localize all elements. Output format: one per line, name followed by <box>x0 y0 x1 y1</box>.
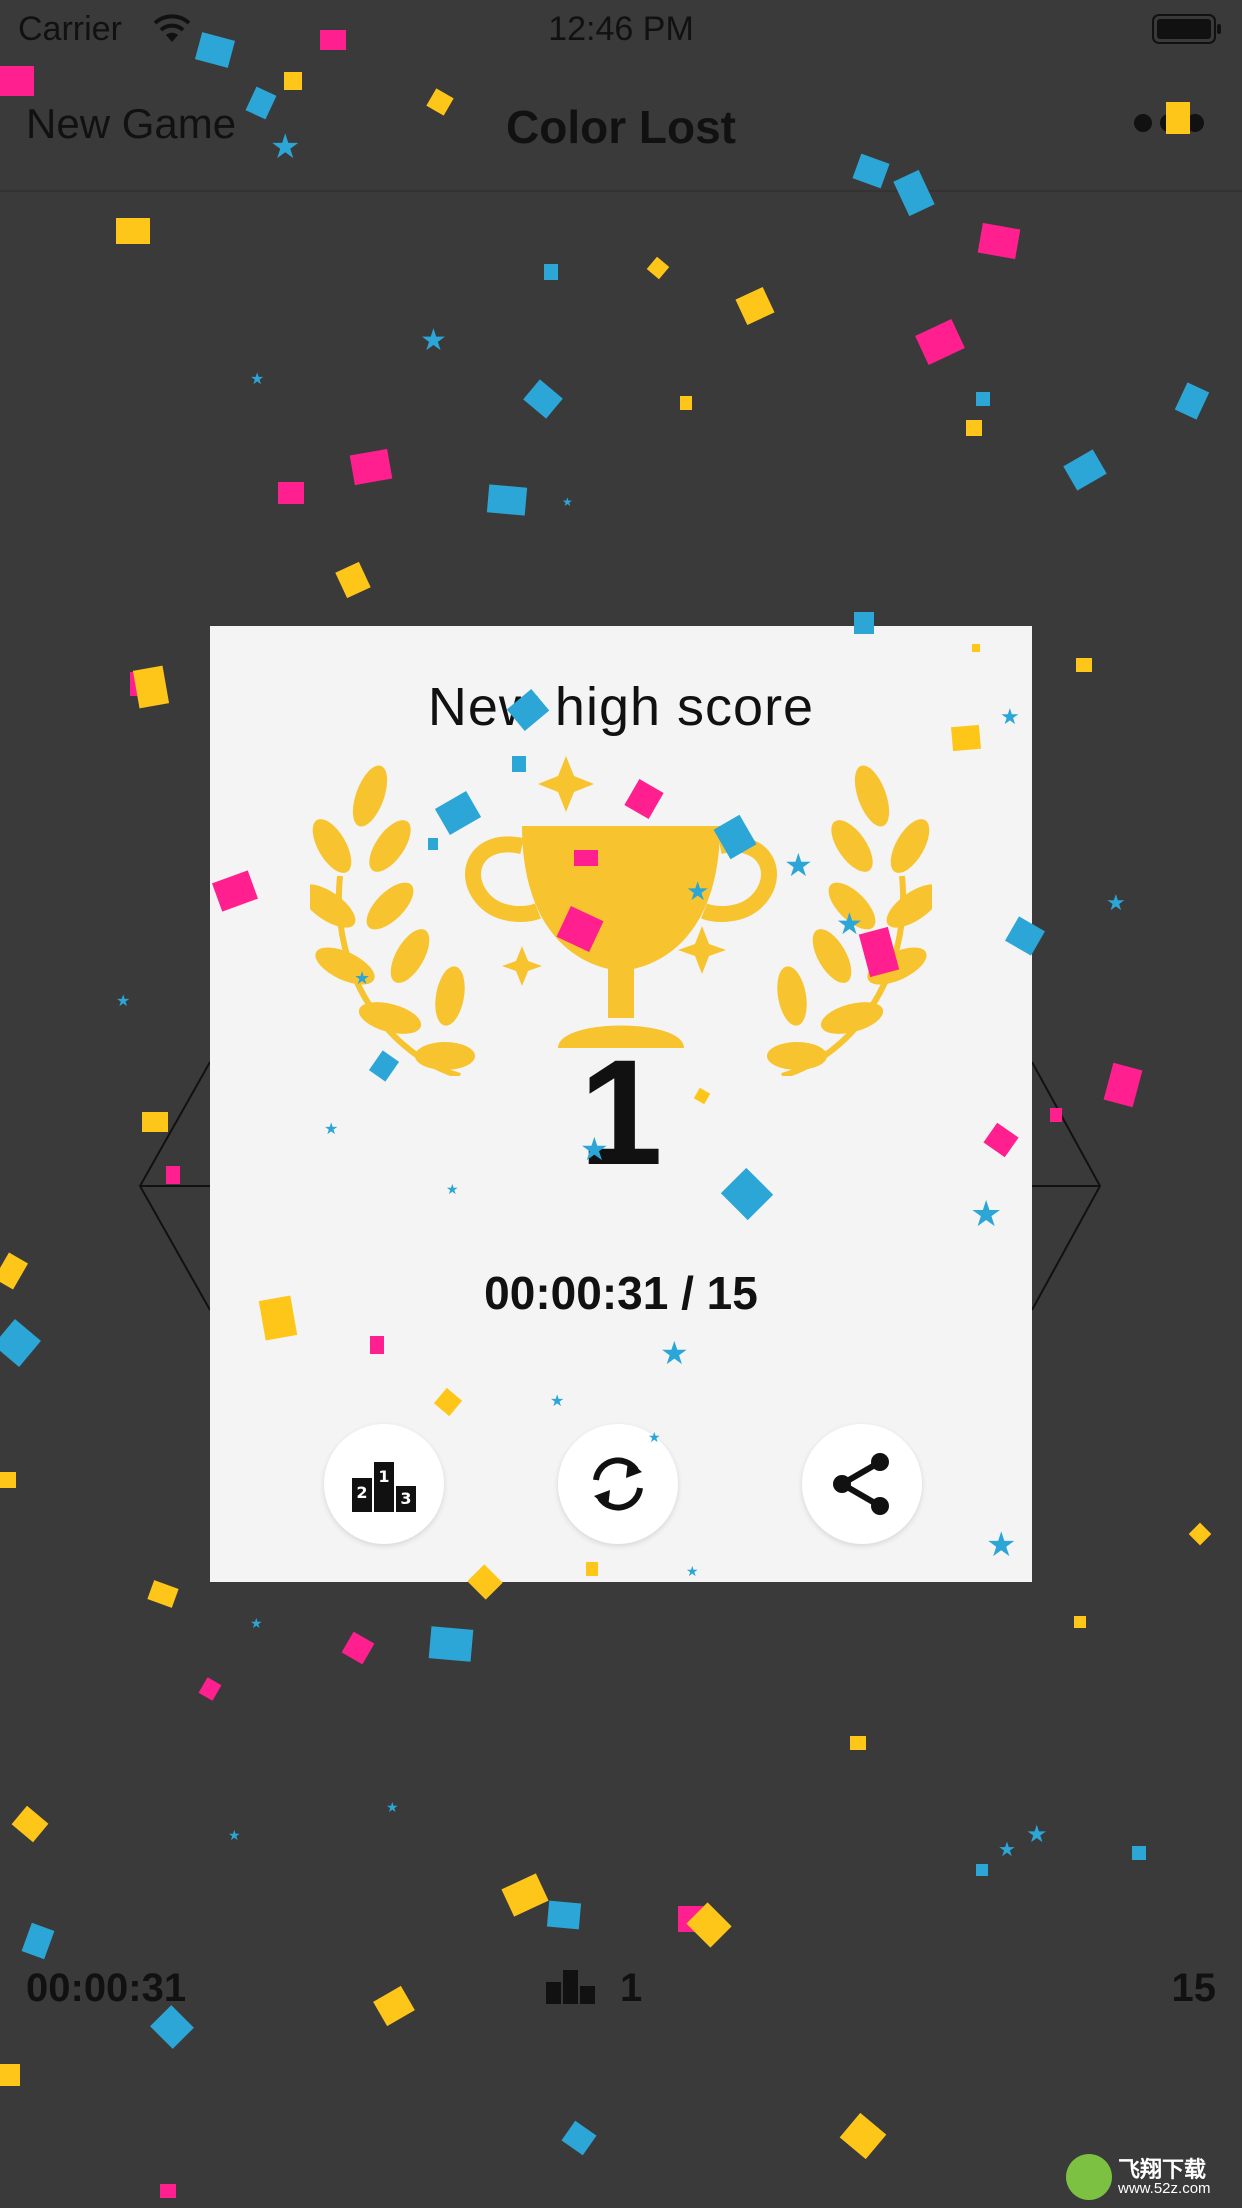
svg-text:3: 3 <box>400 1489 411 1508</box>
score-value: 1 <box>579 1028 663 1196</box>
refresh-icon <box>593 1457 643 1511</box>
svg-text:2: 2 <box>356 1483 367 1502</box>
svg-text:1: 1 <box>378 1467 389 1486</box>
level-value: 15 <box>1171 1966 1217 2010</box>
podium-icon: 2 1 3 <box>352 1462 416 1512</box>
leaderboard-button[interactable]: 2 1 3 <box>324 1424 444 1544</box>
watermark-logo-icon <box>1066 2154 1112 2200</box>
game-status-footer: 00:00:31 1 15 <box>0 1960 1242 2020</box>
share-icon <box>833 1453 889 1515</box>
high-score-dialog: New high score 1 00:00:31 / 15 2 1 3 <box>210 626 1032 1582</box>
time-and-level: 00:00:31 / 15 <box>484 1267 758 1319</box>
podium-icon <box>546 1970 595 2004</box>
replay-button[interactable] <box>558 1424 678 1544</box>
elapsed-time: 00:00:31 <box>26 1966 187 2010</box>
share-button[interactable] <box>802 1424 922 1544</box>
rank-value: 1 <box>620 1966 643 2010</box>
watermark: 飞翔下载 www.52z.com <box>1066 2150 1236 2204</box>
dialog-heading: New high score <box>427 677 815 737</box>
watermark-line2: www.52z.com <box>1118 2180 1211 2197</box>
